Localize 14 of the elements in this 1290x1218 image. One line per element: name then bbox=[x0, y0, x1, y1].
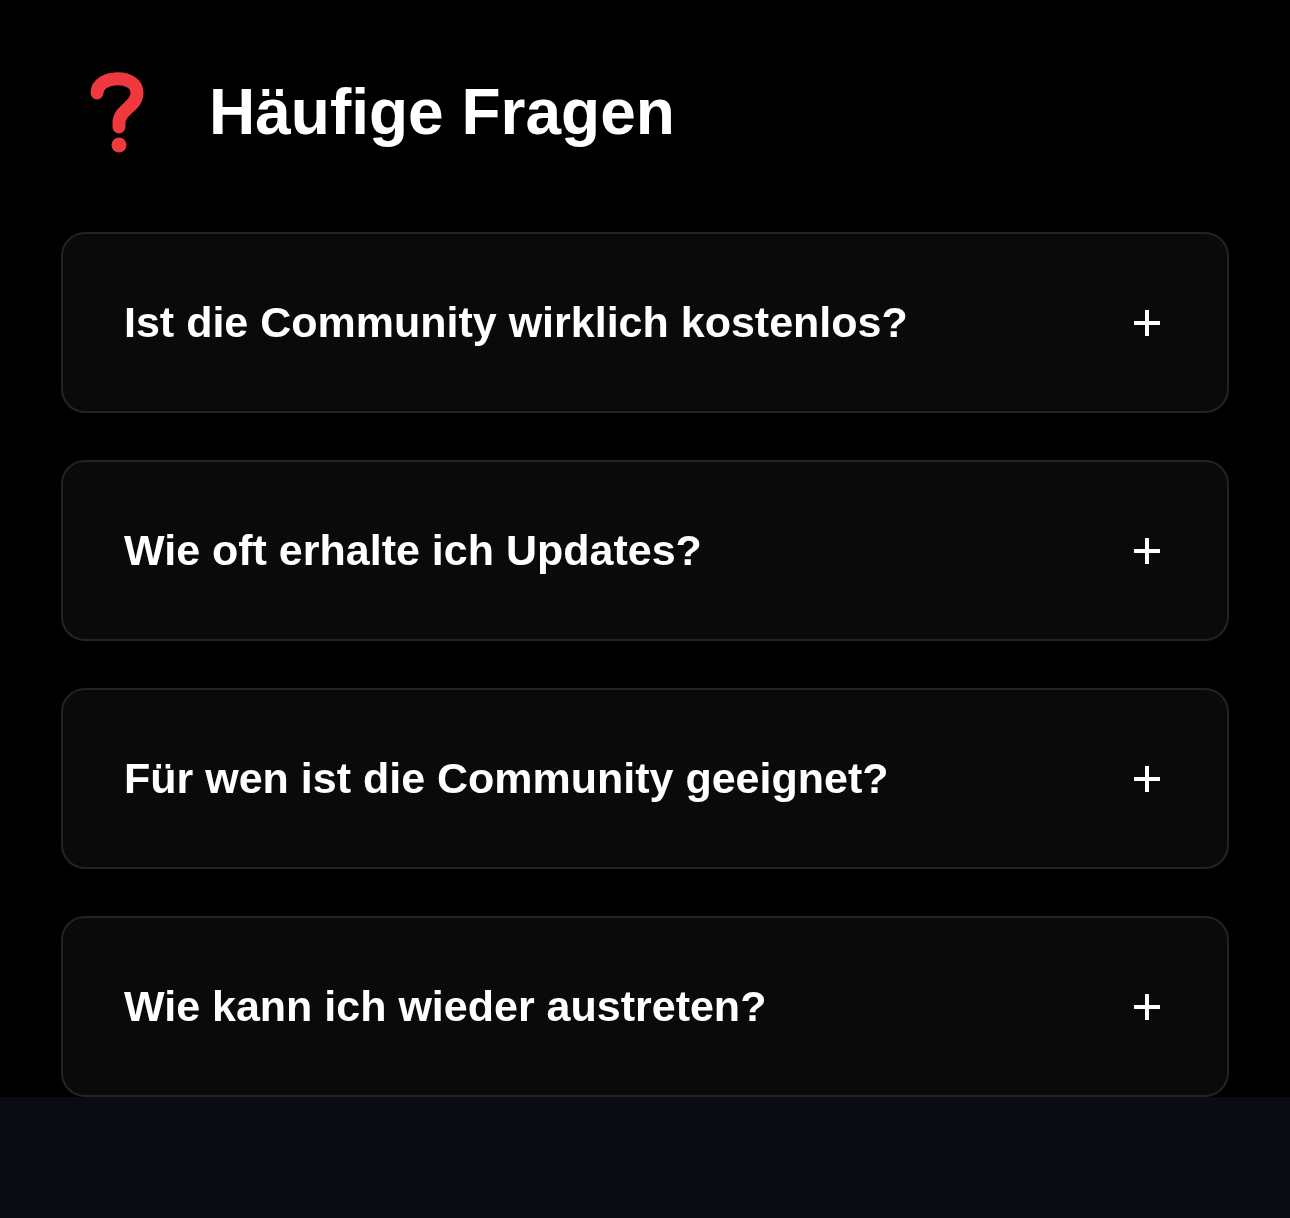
faq-question: Ist die Community wirklich kostenlos? bbox=[124, 298, 908, 347]
plus-icon bbox=[1133, 308, 1161, 337]
plus-icon bbox=[1133, 764, 1161, 793]
faq-question: Wie oft erhalte ich Updates? bbox=[124, 526, 702, 575]
faq-item[interactable]: Wie kann ich wieder austreten? bbox=[61, 916, 1229, 1097]
section-title: Häufige Fragen bbox=[209, 74, 675, 150]
faq-item[interactable]: Wie oft erhalte ich Updates? bbox=[61, 460, 1229, 641]
plus-icon bbox=[1133, 536, 1161, 565]
faq-question: Für wen ist die Community geeignet? bbox=[124, 754, 889, 803]
plus-icon bbox=[1133, 992, 1161, 1021]
faq-item[interactable]: Ist die Community wirklich kostenlos? bbox=[61, 232, 1229, 413]
faq-item[interactable]: Für wen ist die Community geeignet? bbox=[61, 688, 1229, 869]
question-mark-icon bbox=[89, 71, 145, 153]
faq-question: Wie kann ich wieder austreten? bbox=[124, 982, 767, 1031]
